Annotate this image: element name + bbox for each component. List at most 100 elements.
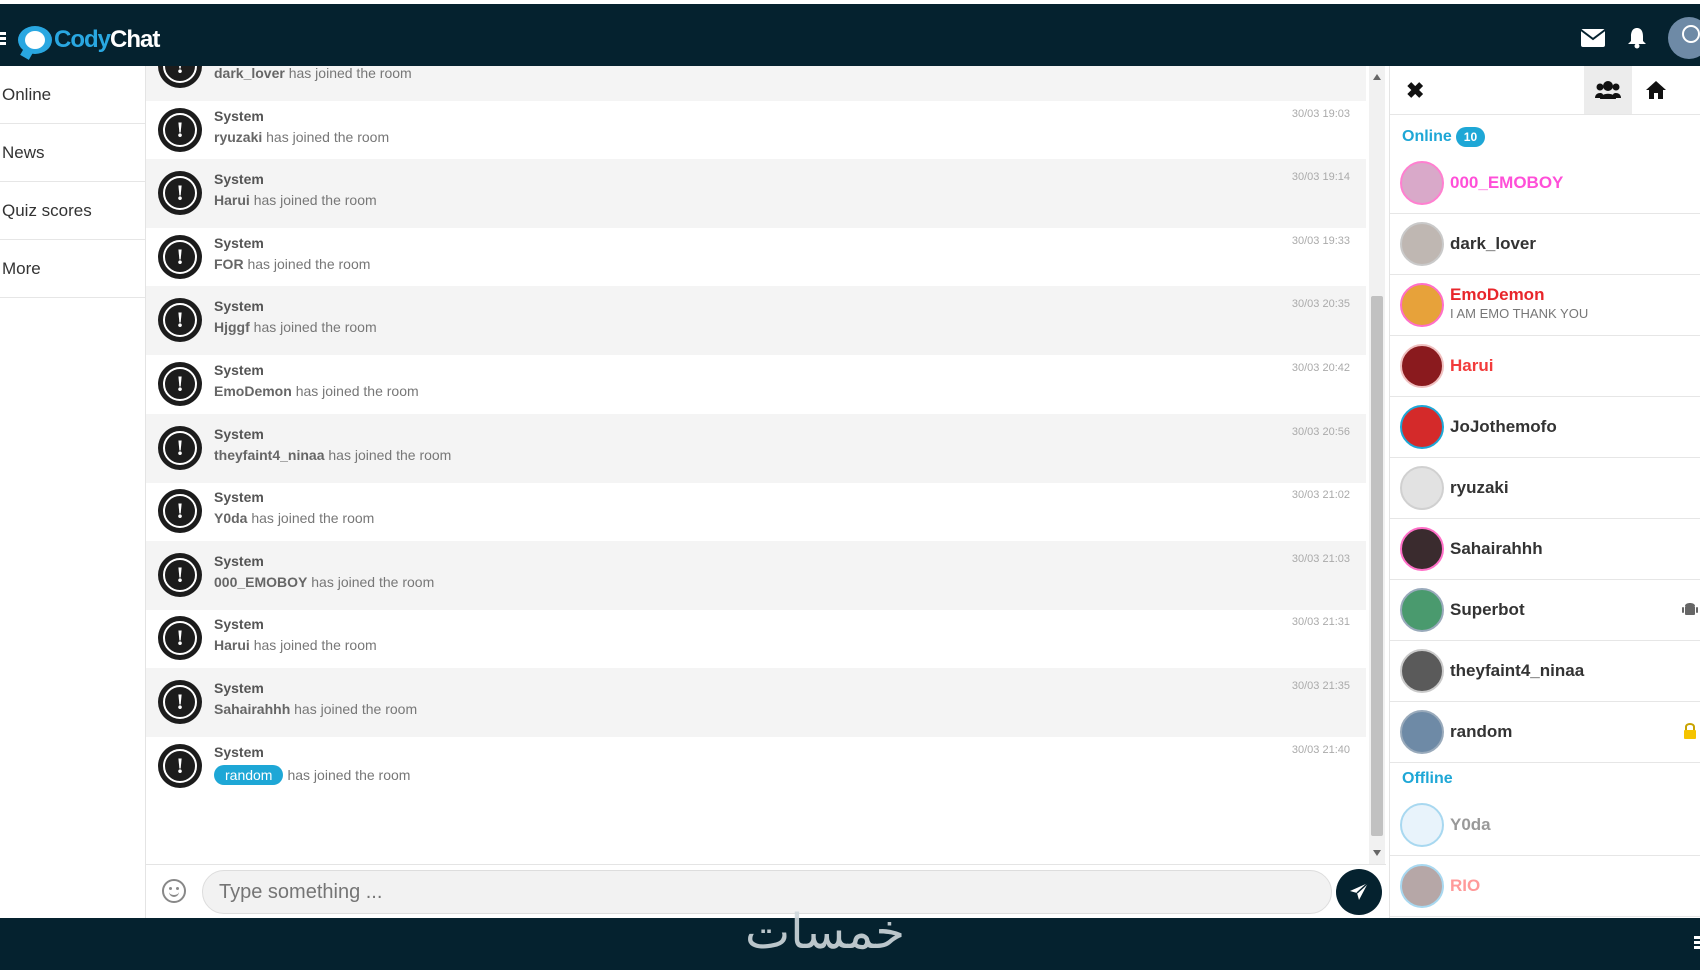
user-name[interactable]: ryuzaki [1450, 478, 1509, 498]
system-alert-icon[interactable]: ! [158, 234, 202, 279]
envelope-icon[interactable] [1580, 25, 1606, 51]
chat-message: ! System Harui has joined the room 30/03 21… [146, 604, 1366, 673]
user-avatar[interactable] [1400, 466, 1444, 510]
bell-icon[interactable] [1624, 25, 1650, 51]
system-alert-icon[interactable]: ! [158, 171, 202, 216]
user-name[interactable]: Harui [1450, 356, 1493, 376]
menu-icon[interactable] [0, 32, 6, 46]
system-alert-icon[interactable]: ! [158, 362, 202, 406]
message-body: has joined the room [288, 66, 412, 81]
system-alert-icon[interactable]: ! [158, 616, 202, 661]
user-name[interactable]: EmoDemon [1450, 285, 1544, 305]
username-pill[interactable]: random [214, 764, 284, 785]
user-list-item[interactable]: RIO [1390, 856, 1700, 917]
system-alert-icon[interactable]: ! [158, 552, 202, 597]
message-username[interactable]: 000_EMOBOY [214, 574, 307, 590]
message-text: dark_lover has joined the room [214, 66, 412, 81]
user-name[interactable]: Superbot [1450, 600, 1525, 620]
users-tab-icon[interactable] [1584, 66, 1632, 114]
home-tab-icon[interactable] [1632, 66, 1680, 114]
user-avatar[interactable] [1668, 17, 1700, 59]
message-body: has joined the room [247, 255, 371, 272]
message-username[interactable]: theyfaint4_ninaa [214, 447, 324, 463]
user-list-item[interactable]: dark_lover [1390, 214, 1700, 275]
message-username[interactable]: Harui [214, 192, 250, 208]
system-alert-icon[interactable]: ! [158, 489, 202, 534]
message-username[interactable]: ryuzaki [214, 129, 262, 145]
system-alert-icon[interactable]: ! [158, 107, 202, 152]
user-list-item[interactable]: 000_EMOBOY [1390, 153, 1700, 214]
online-title: Online [1402, 128, 1452, 145]
user-avatar[interactable] [1400, 588, 1444, 632]
message-body: has joined the room [253, 637, 377, 654]
user-list-item[interactable]: Harui [1390, 336, 1700, 397]
user-name[interactable]: random [1450, 722, 1512, 742]
user-list-item[interactable]: theyfaint4_ninaa [1390, 641, 1700, 702]
user-name[interactable]: Y0da [1450, 815, 1491, 835]
logo[interactable]: CodyChat [18, 24, 160, 56]
send-button[interactable] [1336, 869, 1382, 915]
user-name[interactable]: JoJothemofo [1450, 417, 1557, 437]
message-sender[interactable]: System [214, 235, 264, 251]
user-name[interactable]: Sahairahhh [1450, 539, 1543, 559]
logo-text-cody: Cody [54, 26, 111, 53]
message-sender[interactable]: System [214, 680, 264, 696]
message-time: 30/03 19:33 [1291, 234, 1350, 247]
message-sender[interactable]: System [214, 744, 264, 760]
message-sender[interactable]: System [214, 171, 264, 187]
message-sender[interactable]: System [214, 616, 264, 632]
close-icon[interactable]: ✖ [1406, 78, 1424, 104]
user-list-item[interactable]: JoJothemofo [1390, 397, 1700, 458]
user-avatar[interactable] [1400, 405, 1444, 449]
message-sender[interactable]: System [214, 489, 264, 505]
message-username[interactable]: Hjggf [214, 319, 250, 335]
user-avatar[interactable] [1400, 710, 1444, 754]
user-list-item[interactable]: random [1390, 702, 1700, 763]
emoji-icon[interactable] [162, 879, 186, 903]
user-list-item[interactable]: Superbot [1390, 580, 1700, 641]
user-avatar[interactable] [1400, 222, 1444, 266]
system-alert-icon[interactable]: ! [158, 425, 202, 470]
message-username[interactable]: FOR [214, 256, 244, 272]
system-alert-icon[interactable]: ! [158, 743, 202, 788]
user-avatar[interactable] [1400, 649, 1444, 693]
user-avatar[interactable] [1400, 344, 1444, 388]
message-username[interactable]: Y0da [214, 510, 247, 526]
user-avatar[interactable] [1400, 283, 1444, 327]
message-sender[interactable]: System [214, 108, 264, 124]
message-username[interactable]: EmoDemon [214, 383, 292, 399]
user-name[interactable]: theyfaint4_ninaa [1450, 661, 1584, 681]
system-alert-icon[interactable]: ! [158, 66, 202, 88]
nav-item-quiz-scores[interactable]: Quiz scores [0, 182, 145, 240]
scroll-down-arrow-icon[interactable] [1373, 850, 1381, 856]
user-avatar[interactable] [1400, 161, 1444, 205]
user-list-item[interactable]: EmoDemon I AM EMO THANK YOU [1390, 275, 1700, 336]
message-sender[interactable]: System [214, 426, 264, 442]
message-username[interactable]: dark_lover [214, 66, 285, 81]
user-name[interactable]: dark_lover [1450, 234, 1536, 254]
chat-scrollbar[interactable] [1369, 66, 1385, 864]
message-username[interactable]: Sahairahhh [214, 701, 290, 717]
system-alert-icon[interactable]: ! [158, 298, 202, 343]
message-sender[interactable]: System [214, 298, 264, 314]
message-body: has joined the room [311, 573, 435, 590]
user-list-item[interactable]: Sahairahhh [1390, 519, 1700, 580]
user-name[interactable]: 000_EMOBOY [1450, 173, 1563, 193]
nav-item-more[interactable]: More [0, 240, 145, 298]
nav-item-news[interactable]: News [0, 124, 145, 182]
user-list-item[interactable]: ryuzaki [1390, 458, 1700, 519]
user-avatar[interactable] [1400, 527, 1444, 571]
user-avatar[interactable] [1400, 803, 1444, 847]
scroll-thumb[interactable] [1371, 296, 1383, 836]
message-sender[interactable]: System [214, 362, 264, 378]
message-username[interactable]: Harui [214, 637, 250, 653]
nav-item-online[interactable]: Online [0, 66, 145, 124]
user-name[interactable]: RIO [1450, 876, 1480, 896]
system-alert-icon[interactable]: ! [158, 680, 202, 724]
scroll-up-arrow-icon[interactable] [1373, 74, 1381, 80]
user-list-item[interactable]: Y0da [1390, 795, 1700, 856]
footer-menu-icon[interactable] [1694, 936, 1700, 951]
user-avatar[interactable] [1400, 864, 1444, 908]
message-sender[interactable]: System [214, 553, 264, 569]
left-nav: Online News Quiz scores More [0, 66, 146, 918]
